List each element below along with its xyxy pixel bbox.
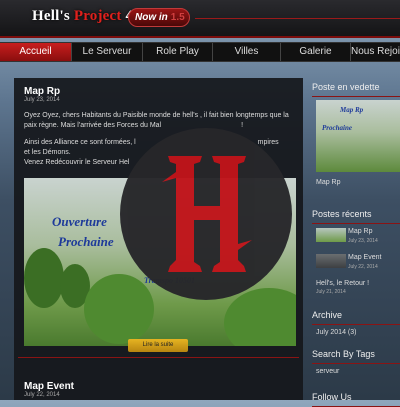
nav-item-role-play[interactable]: Role Play [143, 43, 213, 61]
brand-name: Hell's [32, 8, 70, 24]
gothic-h-icon [162, 156, 252, 272]
archive-link[interactable]: July 2014 (3) [316, 329, 356, 336]
post-title-2[interactable]: Map Event [24, 381, 74, 392]
sidebar: Poste en vedette Map Rp Prochaine Map Rp… [312, 78, 400, 407]
post-divider [18, 357, 299, 358]
now-in-badge: Now in 1.5 [128, 8, 190, 27]
nav-item-nous-rejoindre[interactable]: Nous Rejoin [351, 43, 400, 61]
main-nav: Accueil Le Serveur Role Play Villes Gale… [0, 42, 400, 62]
header-divider [195, 18, 400, 19]
brand-project: Project [73, 8, 122, 24]
now-in-label: Now in [135, 12, 168, 23]
featured-post-link[interactable]: Map Rp [316, 179, 341, 186]
recent-post-date: July 21, 2014 [316, 289, 346, 295]
recent-post-link[interactable]: Map Rp [348, 228, 373, 235]
sidebar-heading-tags: Search By Tags [312, 349, 400, 364]
sidebar-heading-archive: Archive [312, 310, 400, 325]
image-text-ouverture: Ouverture [52, 214, 107, 229]
sidebar-heading-recent: Postes récents [312, 209, 400, 224]
featured-post-thumbnail[interactable]: Map Rp Prochaine [316, 100, 400, 172]
site-header: Hell's Project 4.0 Now in 1.5 [0, 0, 400, 38]
recent-post-thumbnail[interactable] [316, 254, 346, 268]
recent-post-link[interactable]: Map Event [348, 254, 381, 261]
post-date: July 23, 2014 [24, 97, 60, 103]
sidebar-heading-featured: Poste en vedette [312, 82, 400, 97]
nav-item-galerie[interactable]: Galerie [281, 43, 351, 61]
recent-post-date: July 23, 2014 [348, 238, 378, 244]
recent-post-thumbnail[interactable] [316, 228, 346, 242]
featured-thumb-text-2: Prochaine [322, 124, 352, 132]
recent-post-link[interactable]: Hell's, le Retour ! [316, 280, 369, 287]
tree-shape [24, 248, 64, 308]
post-paragraph-1-line-1: Oyez Oyez, chers Habitants du Paisible m… [24, 112, 289, 119]
nav-item-villes[interactable]: Villes [213, 43, 281, 61]
recent-post-date: July 22, 2014 [348, 264, 378, 270]
featured-thumb-text-1: Map Rp [340, 106, 364, 114]
post-title[interactable]: Map Rp [24, 86, 60, 97]
nav-item-accueil[interactable]: Accueil [0, 43, 72, 61]
site-emblem-overlay [120, 128, 292, 300]
tag-link[interactable]: serveur [316, 368, 339, 375]
post-date-2: July 22, 2014 [24, 392, 60, 398]
nav-item-le-serveur[interactable]: Le Serveur [72, 43, 143, 61]
now-in-version: 1.5 [170, 12, 185, 23]
read-more-button[interactable]: Lire la suite [128, 339, 188, 352]
image-text-prochaine: Prochaine [58, 234, 114, 249]
